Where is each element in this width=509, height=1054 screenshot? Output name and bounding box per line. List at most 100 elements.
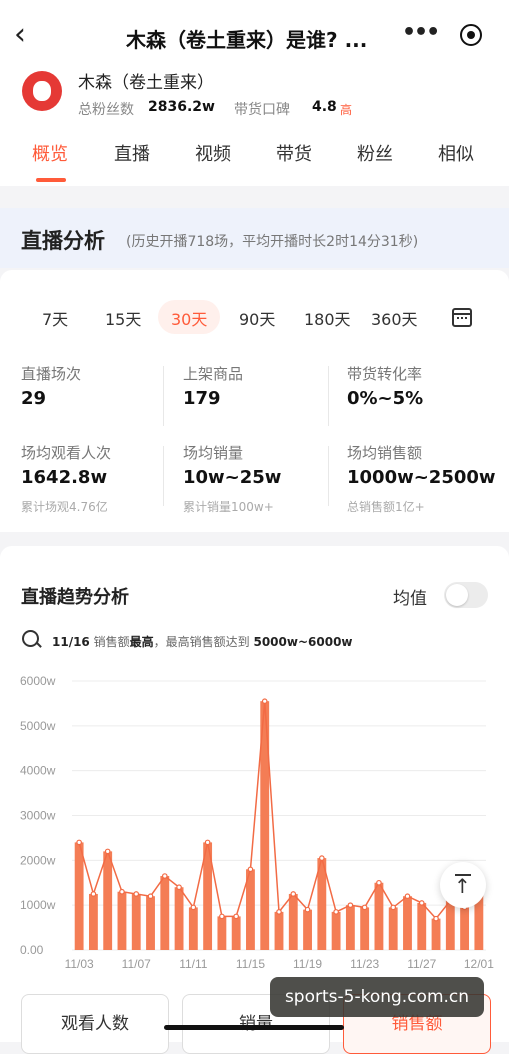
page-title: 木森（卷土重来）是谁? ... (126, 28, 368, 52)
bar (103, 851, 113, 950)
data-point (347, 902, 354, 908)
bar (445, 900, 455, 950)
data-point (233, 913, 239, 920)
divider (328, 446, 329, 506)
metric-label: 直播场次 (21, 365, 82, 383)
live-metrics-card: 7天 15天 30天 90天 180天 360天 直播场次 29 上架商品 17… (0, 270, 509, 532)
data-point (390, 904, 397, 911)
bar (388, 907, 398, 950)
data-point (147, 893, 154, 900)
bar (331, 911, 341, 950)
tab-video[interactable]: 视频 (195, 140, 231, 166)
data-point (418, 900, 425, 906)
note-range: 5000w~6000w (253, 635, 353, 649)
fans-value: 2836.2w (148, 99, 215, 115)
sales-trend-chart: 0.00 1000w 2000w 3000w 4000w 5000w 6000w 11/03 1… (20, 674, 494, 971)
bar (217, 916, 227, 950)
data-point (133, 891, 140, 897)
bar (345, 905, 355, 950)
bar (288, 893, 298, 950)
y-tick-label: 2000w (20, 853, 56, 867)
data-point (90, 891, 97, 897)
x-tick-label: 11/07 (122, 957, 151, 971)
x-tick-label: 11/03 (65, 957, 94, 971)
target-icon[interactable] (460, 24, 482, 46)
x-tick-label: 11/19 (293, 957, 322, 971)
bar (74, 842, 84, 950)
fans-label: 总粉丝数 (78, 102, 134, 118)
metric-value: 0%~5% (347, 388, 424, 409)
tab-similar[interactable]: 相似 (438, 140, 474, 166)
data-point (361, 904, 368, 911)
section-gap (0, 186, 509, 208)
range-180d[interactable]: 180天 (304, 306, 351, 330)
note-bold: 最高 (129, 635, 154, 649)
data-point (104, 848, 111, 855)
x-tick-label: 12/01 (464, 957, 494, 971)
y-tick-label: 4000w (20, 764, 56, 778)
bar (88, 893, 98, 950)
bar (146, 896, 155, 950)
reputation-value: 4.8 (312, 99, 337, 115)
data-point (176, 884, 182, 891)
data-point (319, 855, 325, 861)
arrow-up-icon: ↑ (454, 874, 471, 898)
trend-note: 11/16 销售额最高，最高销售额达到 5000w~6000w (52, 633, 353, 650)
range-15d[interactable]: 15天 (105, 306, 141, 330)
x-tick-label: 11/27 (407, 957, 436, 971)
range-7d[interactable]: 7天 (42, 306, 68, 330)
trend-line (78, 701, 480, 920)
more-icon[interactable]: ••• (402, 20, 440, 45)
bar (117, 891, 127, 950)
main-tabs: 概览 直播 视频 带货 粉丝 相似 (0, 138, 509, 186)
back-to-top-button[interactable]: ↑ (440, 862, 486, 908)
home-indicator (164, 1025, 344, 1030)
metric-tab-viewers[interactable]: 观看人数 (21, 994, 169, 1054)
range-90d[interactable]: 90天 (239, 306, 275, 330)
bar (431, 918, 441, 950)
data-point (376, 879, 382, 886)
bar (360, 907, 370, 950)
metric-value: 29 (21, 388, 47, 409)
range-30d[interactable]: 30天 (171, 306, 207, 330)
metric-value: 179 (183, 388, 221, 409)
y-tick-label: 6000w (20, 674, 56, 688)
bar (303, 909, 312, 950)
divider (328, 366, 329, 426)
tab-fans[interactable]: 粉丝 (357, 140, 393, 166)
data-point (404, 893, 411, 900)
average-toggle[interactable] (444, 582, 488, 608)
y-tick-label: 3000w (20, 809, 56, 823)
tab-overview[interactable]: 概览 (32, 140, 68, 166)
bar (417, 902, 427, 950)
metric-value: 1642.8w (21, 467, 108, 488)
divider (163, 446, 164, 506)
data-point (219, 913, 225, 920)
section-gap (0, 532, 509, 546)
back-icon[interactable]: ‹ (14, 20, 26, 50)
note-text-1: 销售额 (93, 635, 130, 649)
tab-live[interactable]: 直播 (114, 140, 150, 166)
metric-sub: 累计销量100w+ (183, 500, 274, 514)
watermark: sports-5-kong.com.cn (270, 977, 484, 1017)
range-360d[interactable]: 360天 (371, 306, 418, 330)
active-tab-indicator (36, 178, 66, 182)
x-tick-label: 11/23 (350, 957, 379, 971)
calendar-icon[interactable] (452, 308, 472, 327)
avatar[interactable] (22, 71, 62, 111)
metric-label: 场均销量 (183, 444, 244, 462)
data-point (333, 909, 339, 915)
x-tick-label: 11/15 (236, 957, 265, 971)
profile-name: 木森（卷土重来） (78, 73, 214, 93)
note-date: 11/16 (52, 635, 90, 649)
metric-sub: 总销售额1亿+ (347, 500, 425, 514)
divider (163, 366, 164, 426)
bar (188, 907, 198, 950)
tab-goods[interactable]: 带货 (276, 140, 312, 166)
reputation-level-badge: 高 (340, 103, 353, 117)
data-point (190, 904, 197, 911)
live-analysis-subtitle: (历史开播718场，平均开播时长2时14分31秒) (126, 234, 419, 250)
data-point (290, 891, 297, 897)
metric-sub: 累计场观4.76亿 (21, 500, 108, 514)
data-point (161, 873, 168, 879)
